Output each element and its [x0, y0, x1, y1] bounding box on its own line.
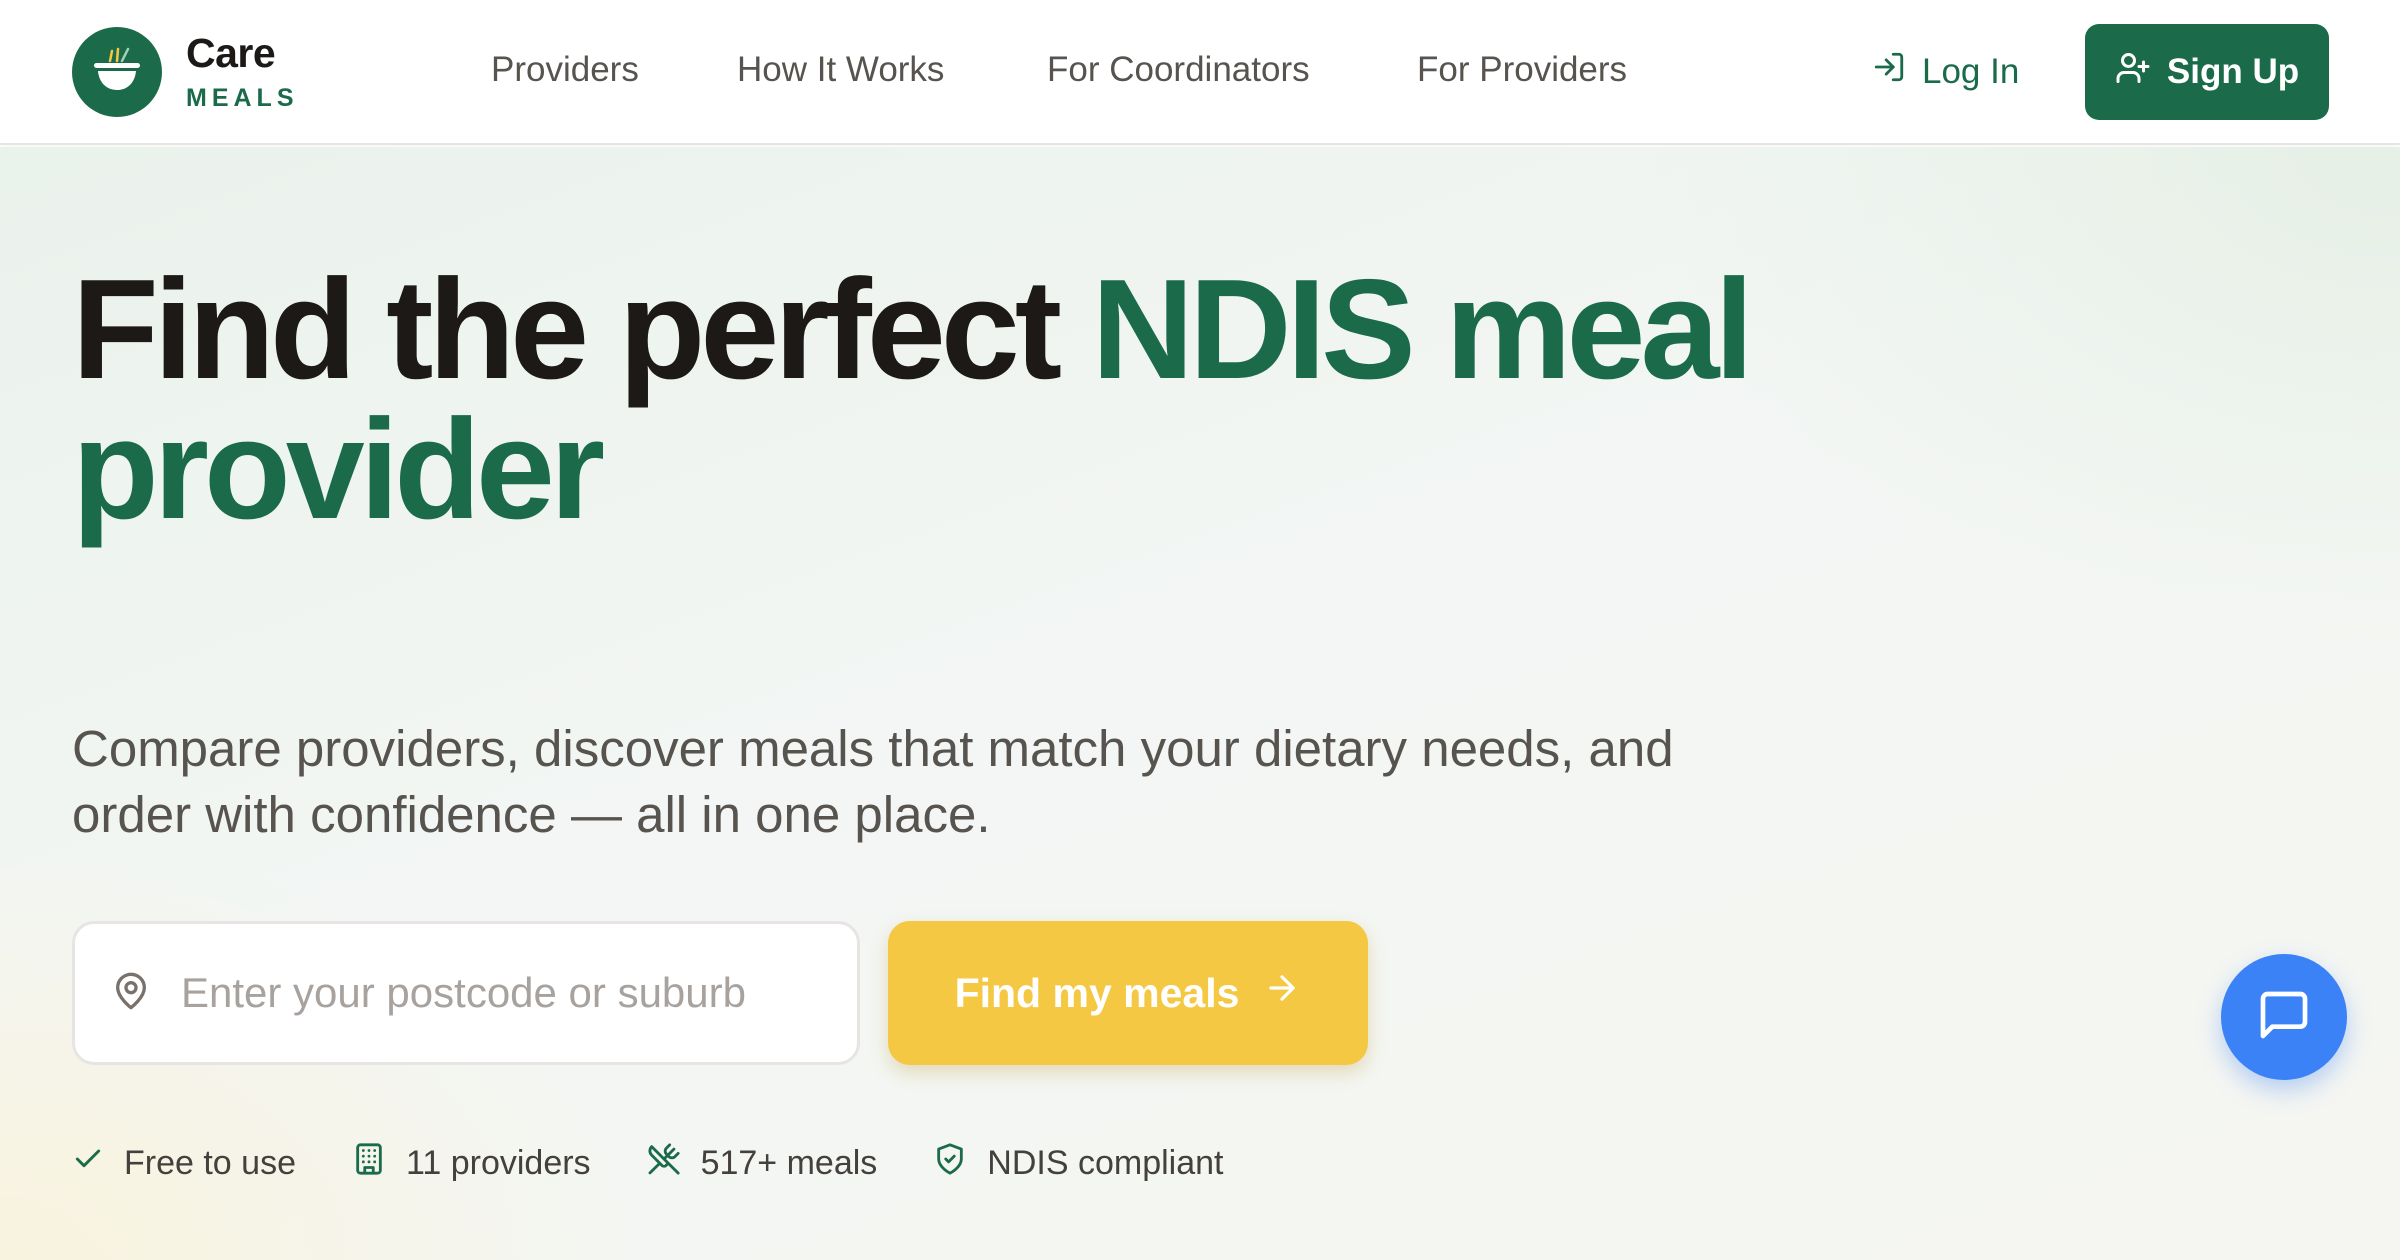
- brand-name: Care: [186, 30, 276, 76]
- user-plus-icon: [2115, 50, 2151, 95]
- utensils-crossed-icon: [647, 1142, 681, 1185]
- shield-check-icon: [933, 1142, 967, 1185]
- headline-lead: Find the perfect: [72, 250, 1092, 409]
- nav-item-for-coordinators[interactable]: For Coordinators: [1047, 50, 1310, 90]
- map-pin-icon: [111, 971, 151, 1016]
- location-search[interactable]: [72, 921, 860, 1065]
- login-link[interactable]: Log In: [1872, 50, 2019, 93]
- site-header: Care MEALS Providers How It Works For Co…: [0, 0, 2400, 145]
- postcode-input[interactable]: [181, 969, 821, 1017]
- hero-subheadline: Compare providers, discover meals that m…: [72, 720, 1674, 843]
- feature-list: Free to use 11 providers 517+ meals NDIS…: [72, 1140, 1280, 1186]
- nav-item-providers[interactable]: Providers: [491, 50, 639, 90]
- check-icon: [72, 1143, 104, 1184]
- feature-item-free: Free to use: [72, 1143, 296, 1184]
- feature-label: 11 providers: [405, 1143, 591, 1182]
- login-label: Log In: [1922, 51, 2020, 91]
- log-in-icon: [1872, 50, 1906, 93]
- brand-tagline: MEALS: [186, 84, 299, 112]
- find-meals-button[interactable]: Find my meals: [888, 921, 1368, 1065]
- signup-label: Sign Up: [2166, 52, 2300, 91]
- feature-label: NDIS compliant: [987, 1143, 1224, 1182]
- feature-item-compliant: NDIS compliant: [933, 1142, 1224, 1185]
- signup-button[interactable]: Sign Up: [2085, 24, 2329, 120]
- nav-item-how-it-works[interactable]: How It Works: [737, 50, 944, 90]
- chat-button[interactable]: [2221, 954, 2347, 1080]
- feature-item-meals: 517+ meals: [647, 1142, 878, 1185]
- arrow-right-icon: [1263, 969, 1301, 1017]
- feature-label: 517+ meals: [700, 1143, 878, 1182]
- feature-label: Free to use: [124, 1143, 296, 1182]
- hero-headline: Find the perfect NDIS meal provider: [72, 259, 1972, 541]
- feature-item-providers: 11 providers: [352, 1142, 591, 1185]
- brand-logo[interactable]: Care MEALS: [72, 27, 299, 117]
- building-icon: [352, 1142, 386, 1185]
- bowl-icon: [72, 27, 162, 117]
- message-square-icon: [2256, 987, 2312, 1048]
- find-meals-label: Find my meals: [954, 969, 1240, 1016]
- nav-item-for-providers[interactable]: For Providers: [1417, 50, 1627, 90]
